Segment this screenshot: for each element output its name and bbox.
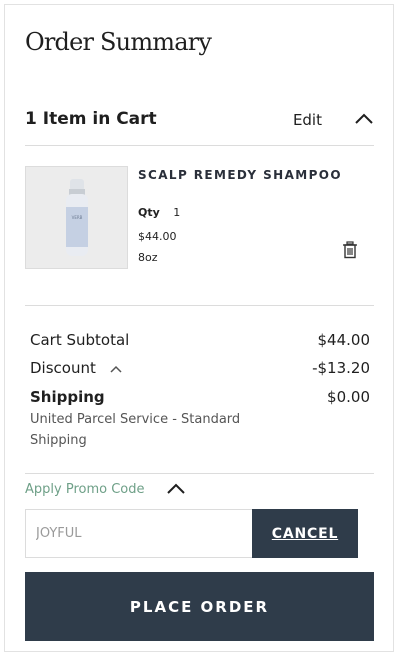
divider xyxy=(25,305,374,306)
shampoo-bottle-icon: VERB xyxy=(66,179,88,256)
subtotal-label: Cart Subtotal xyxy=(30,331,130,349)
promo-code-input[interactable] xyxy=(25,509,252,558)
discount-row: Discount -$13.20 xyxy=(30,359,370,377)
discount-label: Discount xyxy=(30,359,96,377)
chevron-up-icon[interactable] xyxy=(354,113,374,125)
cart-header: 1 Item in Cart Edit xyxy=(25,107,374,133)
product-image-caption: VERB xyxy=(72,215,83,220)
trash-icon[interactable] xyxy=(342,241,358,259)
cancel-promo-button[interactable]: CANCEL xyxy=(252,509,358,558)
product-name: SCALP REMEDY SHAMPOO xyxy=(138,168,342,182)
shipping-row: Shipping $0.00 xyxy=(30,388,370,406)
shipping-value: $0.00 xyxy=(327,388,370,406)
qty-value: 1 xyxy=(173,206,181,219)
page-title: Order Summary xyxy=(25,28,212,56)
subtotal-row: Cart Subtotal $44.00 xyxy=(30,331,370,349)
product-quantity: Qty 1 xyxy=(138,206,180,219)
shipping-label: Shipping xyxy=(30,388,105,406)
product-size: 8oz xyxy=(138,251,158,264)
discount-value: -$13.20 xyxy=(312,359,370,377)
discount-toggle-chevron-up-icon[interactable] xyxy=(109,364,123,374)
qty-label: Qty xyxy=(138,206,160,219)
promo-chevron-up-icon[interactable] xyxy=(166,483,186,495)
place-order-button[interactable]: PLACE ORDER xyxy=(25,572,374,641)
cart-item-count: 1 Item in Cart xyxy=(25,109,157,129)
edit-cart-link[interactable]: Edit xyxy=(293,111,322,129)
product-price: $44.00 xyxy=(138,230,177,243)
apply-promo-code-link[interactable]: Apply Promo Code xyxy=(25,482,145,497)
divider xyxy=(25,473,374,474)
divider xyxy=(25,145,374,146)
subtotal-value: $44.00 xyxy=(317,331,371,349)
product-image: VERB xyxy=(25,166,128,269)
shipping-method: United Parcel Service - Standard Shippin… xyxy=(30,412,241,448)
